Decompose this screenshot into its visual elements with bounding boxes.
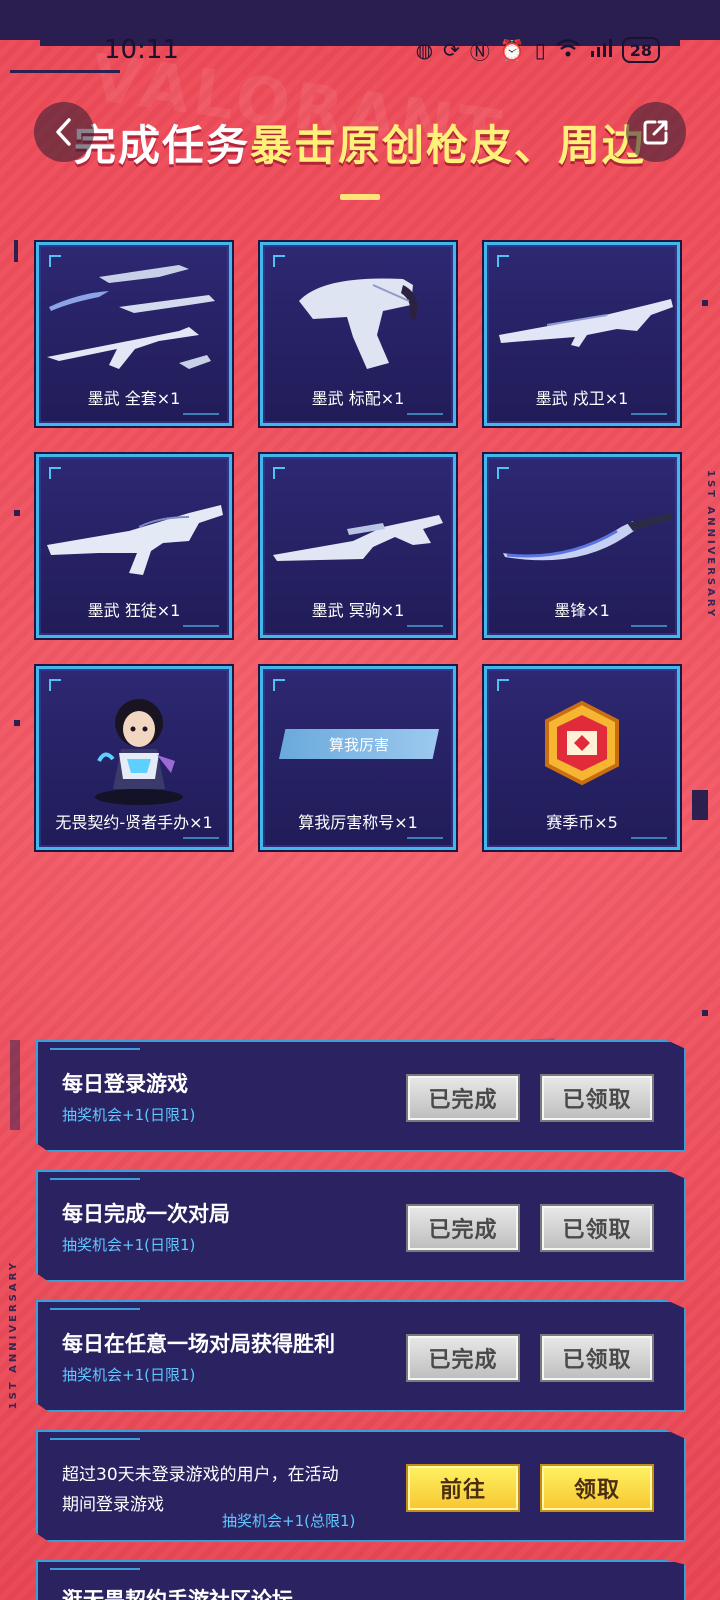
back-button[interactable] bbox=[34, 102, 94, 162]
title-underline bbox=[340, 194, 380, 200]
card-corner-decor bbox=[50, 1568, 140, 1570]
task-card: 每日在任意一场对局获得胜利 抽奖机会+1(日限1) 已完成 已领取 bbox=[36, 1300, 686, 1412]
rifle-icon bbox=[499, 299, 673, 347]
decor-tick bbox=[14, 510, 20, 516]
share-button[interactable] bbox=[626, 102, 686, 162]
knife-icon bbox=[503, 513, 673, 561]
coin-icon bbox=[545, 700, 619, 786]
task-card: 每日登录游戏 抽奖机会+1(日限1) 已完成 已领取 bbox=[36, 1040, 686, 1152]
title-badge-icon: 算我厉害 bbox=[279, 729, 439, 759]
n-icon: Ⓝ bbox=[469, 39, 490, 64]
reward-label: 墨武 标配×1 bbox=[311, 389, 405, 408]
reward-label: 墨锋×1 bbox=[554, 601, 610, 620]
vibrate-icon: ▯ bbox=[534, 38, 546, 62]
sync-icon: ⟳ bbox=[443, 38, 460, 62]
app-icon: ◍ bbox=[415, 38, 434, 62]
task-title: 每日在任意一场对局获得胜利 bbox=[62, 1332, 335, 1356]
reward-card: 墨武 狂徒×1 bbox=[36, 454, 232, 638]
anniversary-side-text-left: 1ST ANNIVERSARY bbox=[8, 1260, 19, 1410]
task-title: 每日完成一次对局 bbox=[62, 1202, 230, 1226]
chevron-left-icon bbox=[56, 118, 71, 146]
task-claimed-button[interactable]: 已领取 bbox=[540, 1074, 654, 1122]
reward-card: 墨锋×1 bbox=[484, 454, 680, 638]
decor-tick bbox=[14, 720, 20, 726]
signal-icon bbox=[590, 38, 612, 62]
task-completed-button[interactable]: 已完成 bbox=[406, 1074, 520, 1122]
rifle-icon bbox=[47, 505, 223, 575]
sniper-icon bbox=[273, 515, 443, 561]
battery-indicator: 28 bbox=[621, 37, 660, 63]
decor-tick bbox=[692, 790, 708, 820]
card-corner-decor bbox=[50, 1178, 140, 1180]
task-card: 超过30天未登录游戏的用户，在活动 期间登录游戏 抽奖机会+1(总限1) 前往 … bbox=[36, 1430, 686, 1542]
task-card: 逛无畏契约手游社区论坛 bbox=[36, 1560, 686, 1600]
reward-label: 墨武 狂徒×1 bbox=[87, 601, 181, 620]
go-button[interactable]: 前往 bbox=[406, 1464, 520, 1512]
reward-card: 墨武 全套×1 bbox=[36, 242, 232, 426]
card-corner-decor bbox=[50, 1048, 140, 1050]
claim-button[interactable]: 领取 bbox=[540, 1464, 654, 1512]
figure-icon bbox=[95, 699, 183, 805]
reward-label: 墨武 冥驹×1 bbox=[311, 601, 405, 620]
wifi-icon bbox=[555, 38, 580, 62]
reward-card: 墨武 冥驹×1 bbox=[260, 454, 456, 638]
weapon-set-icon bbox=[47, 265, 215, 369]
card-corner-decor bbox=[50, 1438, 140, 1440]
decor-tick bbox=[702, 300, 708, 306]
reward-label: 无畏契约-贤者手办×1 bbox=[55, 813, 213, 832]
reward-label: 墨武 全套×1 bbox=[87, 389, 181, 408]
task-reward-text: 抽奖机会+1(日限1) bbox=[62, 1366, 196, 1384]
task-reward-text: 抽奖机会+1(日限1) bbox=[62, 1236, 196, 1254]
decor-tick bbox=[10, 1040, 20, 1130]
task-title-line1: 超过30天未登录游戏的用户，在活动 bbox=[62, 1465, 339, 1485]
reward-label: 算我厉害称号×1 bbox=[298, 813, 418, 832]
task-card: 每日完成一次对局 抽奖机会+1(日限1) 已完成 已领取 bbox=[36, 1170, 686, 1282]
reward-card: 赛季币×5 bbox=[484, 666, 680, 850]
decor-tick bbox=[702, 1010, 708, 1016]
pistol-icon bbox=[299, 278, 418, 369]
status-bar: 10:11 ◍ ⟳ Ⓝ ⏰ ▯ 28 bbox=[0, 30, 720, 70]
page-title-yellow: 暴击原创枪皮、周边 bbox=[250, 121, 647, 170]
task-claimed-button[interactable]: 已领取 bbox=[540, 1334, 654, 1382]
reward-label: 墨武 戍卫×1 bbox=[535, 389, 629, 408]
task-completed-button[interactable]: 已完成 bbox=[406, 1204, 520, 1252]
status-time: 10:11 bbox=[104, 35, 179, 65]
share-icon bbox=[643, 120, 668, 145]
reward-card: 无畏契约-贤者手办×1 bbox=[36, 666, 232, 850]
reward-label: 赛季币×5 bbox=[546, 813, 618, 832]
task-title: 每日登录游戏 bbox=[62, 1072, 188, 1096]
reward-card: 算我厉害 算我厉害称号×1 bbox=[260, 666, 456, 850]
reward-card: 墨武 标配×1 bbox=[260, 242, 456, 426]
task-title: 逛无畏契约手游社区论坛 bbox=[62, 1588, 293, 1600]
page-title: 完成任务暴击原创枪皮、周边 bbox=[0, 112, 720, 173]
page-title-white: 完成任务 bbox=[73, 121, 250, 170]
status-icons: ◍ ⟳ Ⓝ ⏰ ▯ 28 bbox=[416, 36, 660, 65]
task-reward-text: 抽奖机会+1(总限1) bbox=[222, 1512, 356, 1530]
task-reward-text: 抽奖机会+1(日限1) bbox=[62, 1106, 196, 1124]
decor-tick bbox=[14, 240, 18, 262]
decor-tick bbox=[10, 70, 120, 73]
task-claimed-button[interactable]: 已领取 bbox=[540, 1204, 654, 1252]
card-corner-decor bbox=[50, 1308, 140, 1310]
alarm-icon: ⏰ bbox=[499, 38, 525, 62]
task-completed-button[interactable]: 已完成 bbox=[406, 1334, 520, 1382]
anniversary-side-text-right: 1ST ANNIVERSARY bbox=[705, 470, 716, 620]
reward-card: 墨武 戍卫×1 bbox=[484, 242, 680, 426]
